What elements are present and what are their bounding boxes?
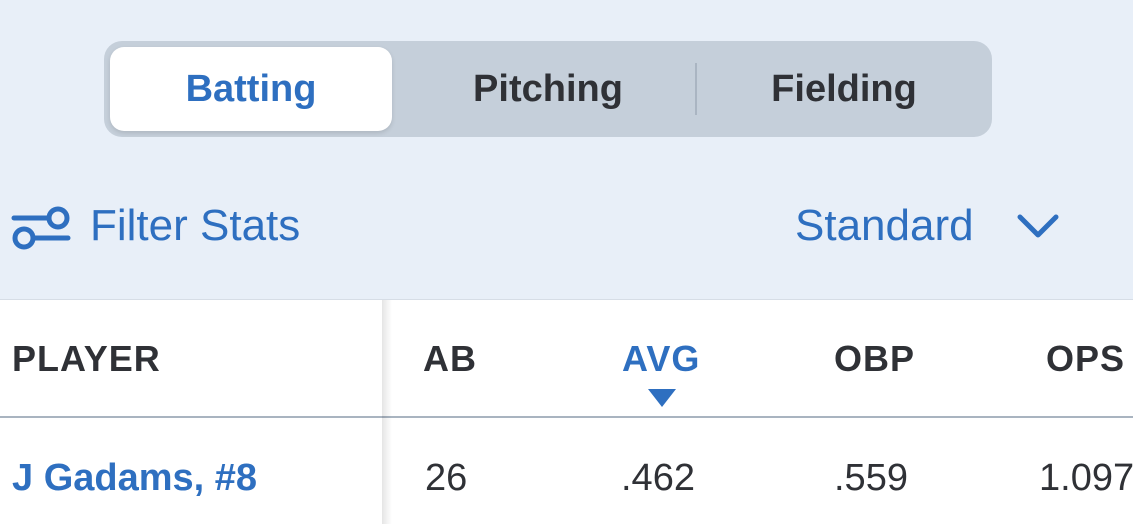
sort-descending-icon xyxy=(648,389,676,407)
column-header-obp[interactable]: OBP xyxy=(834,338,915,380)
column-header-ops[interactable]: OPS xyxy=(1046,338,1125,380)
stat-view-selected: Standard xyxy=(795,201,974,250)
cell-ab: 26 xyxy=(425,457,468,499)
frozen-column-shadow xyxy=(382,300,392,524)
stat-view-dropdown[interactable]: Standard xyxy=(795,196,1060,256)
chevron-down-icon xyxy=(1017,214,1059,238)
filter-stats-label: Filter Stats xyxy=(90,201,301,250)
player-name-link[interactable]: J Gadams, #8 xyxy=(12,457,257,500)
column-header-player[interactable]: PLAYER xyxy=(12,338,161,380)
stats-type-segmented-control: Batting Pitching Fielding xyxy=(104,41,992,137)
stats-controls-area: Batting Pitching Fielding Filter Stats S… xyxy=(0,0,1133,300)
cell-obp: .559 xyxy=(834,457,908,499)
tab-batting[interactable]: Batting xyxy=(110,47,392,131)
stats-table-header xyxy=(0,300,1133,418)
segment-divider xyxy=(695,63,697,115)
filter-stats-button[interactable]: Filter Stats xyxy=(10,196,300,256)
tab-fielding[interactable]: Fielding xyxy=(702,41,986,137)
cell-ops: 1.097 xyxy=(1039,457,1133,499)
cell-avg: .462 xyxy=(621,457,695,499)
column-header-ab[interactable]: AB xyxy=(423,338,477,380)
sliders-icon xyxy=(11,206,71,250)
tab-pitching[interactable]: Pitching xyxy=(407,41,689,137)
column-header-avg[interactable]: AVG xyxy=(622,338,700,380)
